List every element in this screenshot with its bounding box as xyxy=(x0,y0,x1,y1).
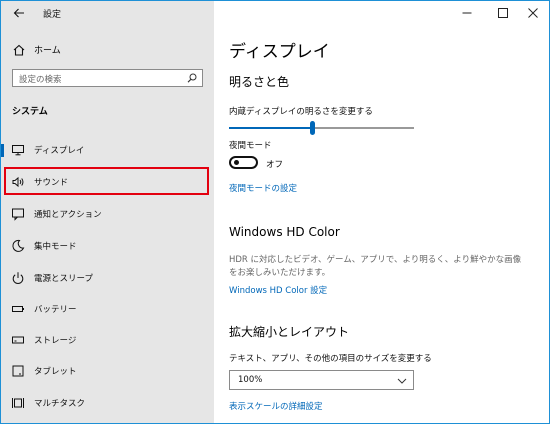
brightness-slider-thumb[interactable] xyxy=(310,121,316,135)
main-content: ディスプレイ 明るさと色 内蔵ディスプレイの明るさを変更する 夜間モード オフ … xyxy=(214,1,549,423)
sidebar-item-label: タブレット xyxy=(34,367,77,377)
notification-icon xyxy=(12,208,24,221)
night-light-settings-link[interactable]: 夜間モードの設定 xyxy=(229,182,297,194)
sidebar-item-label: 通知とアクション xyxy=(34,210,102,220)
home-label: ホーム xyxy=(34,46,61,56)
night-light-label: 夜間モード xyxy=(229,141,272,151)
sidebar-item-focus[interactable]: 集中モード xyxy=(1,231,214,261)
sidebar-item-label: ディスプレイ xyxy=(34,146,85,156)
chevron-down-icon xyxy=(397,378,407,384)
hd-color-heading: Windows HD Color xyxy=(229,225,340,239)
night-light-toggle[interactable] xyxy=(229,156,258,169)
scale-select[interactable]: 100% xyxy=(229,370,414,390)
page-title: ディスプレイ xyxy=(229,42,330,62)
sidebar-item-tablet[interactable]: タブレット xyxy=(1,356,214,386)
sidebar-item-battery[interactable]: バッテリー xyxy=(1,294,214,324)
brightness-slider-fill xyxy=(229,127,313,129)
sidebar-item-notifications[interactable]: 通知とアクション xyxy=(1,199,214,229)
selected-marker xyxy=(1,144,4,157)
brightness-slider-label: 内蔵ディスプレイの明るさを変更する xyxy=(229,107,373,117)
tablet-icon xyxy=(12,365,24,377)
back-arrow-icon[interactable] xyxy=(11,6,27,22)
section-label-system: システム xyxy=(12,107,48,117)
highlight-box xyxy=(4,167,209,195)
power-icon xyxy=(12,272,24,284)
search-icon xyxy=(187,73,197,83)
multitask-icon xyxy=(12,398,24,408)
display-icon xyxy=(12,145,24,156)
brightness-heading: 明るさと色 xyxy=(229,75,290,89)
scale-label: テキスト、アプリ、その他の項目のサイズを変更する xyxy=(229,354,432,364)
hd-color-settings-link[interactable]: Windows HD Color 設定 xyxy=(229,284,327,296)
sidebar-item-label: バッテリー xyxy=(34,305,77,315)
brightness-slider[interactable] xyxy=(229,121,414,135)
sidebar-item-multitasking[interactable]: マルチタスク xyxy=(1,388,214,418)
hd-color-description: HDR に対応したビデオ、ゲーム、アプリで、より明るく、より鮮やかな画像をお楽し… xyxy=(229,255,522,278)
scale-select-value: 100% xyxy=(238,375,263,385)
home-icon xyxy=(13,44,25,56)
toggle-knob xyxy=(234,160,239,165)
sidebar-item-label: 電源とスリープ xyxy=(34,274,93,284)
sidebar-item-display[interactable]: ディスプレイ xyxy=(1,135,214,165)
home-nav-item[interactable]: ホーム xyxy=(1,39,214,61)
scale-heading: 拡大縮小とレイアウト xyxy=(229,325,350,339)
sidebar-item-power[interactable]: 電源とスリープ xyxy=(1,263,214,293)
sidebar-item-label: マルチタスク xyxy=(34,399,86,409)
settings-window: ホーム 設定の検索 システム ディスプレイ サウンド 通知とアクション 集中モー… xyxy=(0,0,550,424)
sidebar-item-storage[interactable]: ストレージ xyxy=(1,325,214,355)
night-light-state: オフ xyxy=(266,160,284,170)
moon-icon xyxy=(12,239,25,252)
advanced-scaling-link[interactable]: 表示スケールの詳細設定 xyxy=(229,400,323,412)
search-placeholder: 設定の検索 xyxy=(19,75,62,85)
search-input[interactable]: 設定の検索 xyxy=(12,69,203,87)
sidebar: ホーム 設定の検索 システム ディスプレイ サウンド 通知とアクション 集中モー… xyxy=(1,1,214,423)
window-title: 設定 xyxy=(43,10,62,20)
sidebar-item-label: 集中モード xyxy=(34,242,77,252)
battery-icon xyxy=(12,306,24,312)
storage-icon xyxy=(12,336,24,344)
sidebar-item-label: ストレージ xyxy=(34,336,77,346)
